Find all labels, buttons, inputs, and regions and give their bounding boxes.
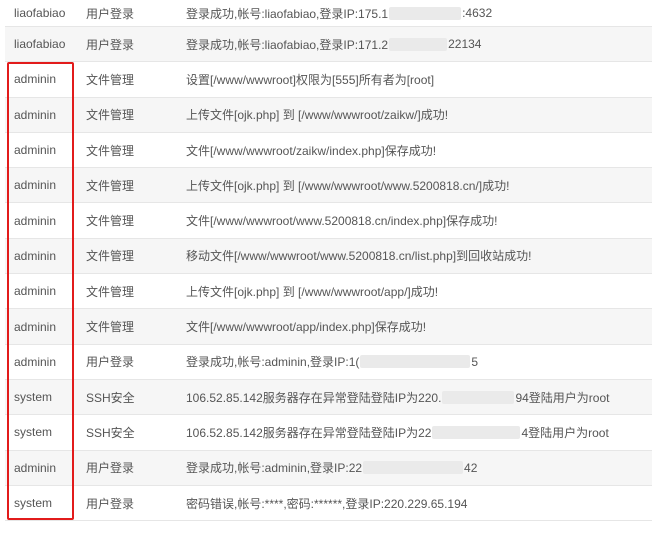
table-row: adminin 文件管理 上传文件[ojk.php] 到 [/www/wwwroot… [5,168,652,204]
log-detail-text: 文件[/www/wwwroot/zaikw/index.php]保存成功! [186,143,437,158]
log-user-cell: liaofabiao [14,6,66,20]
log-user-cell: system [14,496,53,510]
log-user-cell: adminin [14,107,57,122]
log-type-cell: 文件管理 [86,249,135,264]
log-user-cell: adminin [14,143,57,158]
log-detail-cell: 密码错误,帐号:****,密码:******,登录IP:220.229.65.1… [186,486,646,520]
log-user-cell: adminin [14,213,57,228]
table-row: adminin 文件管理 文件[/www/wwwroot/app/index.php… [5,309,652,345]
log-user-cell: adminin [14,72,57,87]
log-detail-text-end: 4登陆用户为root [521,425,609,440]
log-user-cell: adminin [14,248,57,263]
table-row: liaofabiao 用户登录 登录成功,帐号:liaofabiao,登录IP:17… [5,27,652,63]
table-row: adminin 文件管理 移动文件[/www/wwwroot/www.5200818… [5,238,652,275]
log-type-cell: 用户登录 [86,461,135,476]
table-row: adminin 文件管理 文件[/www/wwwroot/zaikw/index.p… [5,132,652,169]
log-detail-text-end: 94登陆用户为root [515,390,610,405]
log-detail-cell: 登录成功,帐号:liaofabiao,登录IP:175.1 :4632 [186,0,646,26]
table-row: adminin 文件管理 上传文件[ojk.php] 到 [/www/wwwroot… [5,274,652,310]
log-user-cell: adminin [14,178,57,193]
log-detail-cell: 106.52.85.142服务器存在异常登陆登陆IP为220. 94登陆用户为ro… [186,380,646,414]
table-row: liaofabiao 用户登录 登录成功,帐号:liaofabiao,登录IP:17… [5,0,652,27]
log-detail-cell: 上传文件[ojk.php] 到 [/www/wwwroot/www.520081… [186,168,646,202]
table-row: system 用户登录 密码错误,帐号:****,密码:******,登录IP:22… [5,485,652,522]
redacted-ip-block [360,355,471,369]
log-type-cell: 用户登录 [86,496,135,511]
log-detail-text: 上传文件[ojk.php] 到 [/www/wwwroot/www.520081… [186,178,510,193]
log-type-cell: SSH安全 [86,425,135,440]
table-row: adminin 用户登录 登录成功,帐号:adminin,登录IP:22 42 [5,450,652,486]
log-type-cell: 文件管理 [86,320,135,335]
log-detail-text: 登录成功,帐号:liaofabiao,登录IP:175.1 [186,6,389,21]
redacted-ip-block [389,6,462,20]
log-detail-cell: 移动文件[/www/wwwroot/www.5200818.cn/list.ph… [186,239,646,273]
log-user-cell: system [14,390,53,405]
log-detail-text: 文件[/www/wwwroot/www.5200818.cn/index.php… [186,214,498,229]
table-row: system SSH安全 106.52.85.142服务器存在异常登陆登陆IP为22… [5,379,652,416]
log-detail-cell: 登录成功,帐号:adminin,登录IP:22 42 [186,451,646,485]
log-detail-cell: 106.52.85.142服务器存在异常登陆登陆IP为22 4登陆用户为root [186,415,646,449]
log-detail-cell: 上传文件[ojk.php] 到 [/www/wwwroot/zaikw/]成功! [186,98,646,132]
log-detail-cell: 登录成功,帐号:liaofabiao,登录IP:171.2 22134 [186,27,646,61]
redacted-ip-block [432,425,521,439]
log-detail-text: 登录成功,帐号:liaofabiao,登录IP:171.2 [186,37,389,52]
log-user-cell: adminin [14,354,57,369]
log-detail-cell: 登录成功,帐号:adminin,登录IP:1( 5 [186,345,646,379]
log-user-cell: system [14,425,53,440]
log-detail-cell: 文件[/www/wwwroot/www.5200818.cn/index.php… [186,203,646,237]
log-user-cell: adminin [14,319,57,334]
operation-log-table: liaofabiao 用户登录 登录成功,帐号:liaofabiao,登录IP:17… [5,0,652,522]
log-detail-cell: 文件[/www/wwwroot/app/index.php]保存成功! [186,309,646,343]
log-detail-text-end: 42 [464,460,478,475]
log-type-cell: SSH安全 [86,390,135,405]
table-row: adminin 文件管理 设置[/www/wwwroot]权限为[555]所有者为[… [5,62,652,98]
table-row: adminin 文件管理 文件[/www/wwwroot/www.5200818.c… [5,203,652,239]
log-type-cell: 文件管理 [86,214,135,229]
redacted-ip-block [389,37,448,51]
log-type-cell: 文件管理 [86,72,135,87]
log-detail-text: 106.52.85.142服务器存在异常登陆登陆IP为22 [186,425,432,440]
log-type-cell: 用户登录 [86,37,135,52]
log-detail-text: 文件[/www/wwwroot/app/index.php]保存成功! [186,320,427,335]
log-detail-text: 移动文件[/www/wwwroot/www.5200818.cn/list.ph… [186,249,532,264]
log-detail-cell: 文件[/www/wwwroot/zaikw/index.php]保存成功! [186,133,646,167]
log-type-cell: 用户登录 [86,355,135,370]
log-detail-text: 上传文件[ojk.php] 到 [/www/wwwroot/app/]成功! [186,284,439,299]
log-type-cell: 文件管理 [86,284,135,299]
redacted-ip-block [363,461,464,475]
log-detail-text: 106.52.85.142服务器存在异常登陆登陆IP为220. [186,390,442,405]
table-row: adminin 文件管理 上传文件[ojk.php] 到 [/www/wwwroot… [5,97,652,133]
log-detail-cell: 设置[/www/wwwroot]权限为[555]所有者为[root] [186,62,646,96]
log-detail-cell: 上传文件[ojk.php] 到 [/www/wwwroot/app/]成功! [186,274,646,308]
log-detail-text-end: 5 [471,354,479,369]
redacted-ip-block [442,390,515,404]
log-detail-text: 密码错误,帐号:****,密码:******,登录IP:220.229.65.1… [186,496,468,511]
log-user-cell: adminin [14,460,57,475]
log-user-cell: liaofabiao [14,37,66,52]
table-row: system SSH安全 106.52.85.142服务器存在异常登陆登陆IP为22… [5,415,652,451]
log-detail-text: 登录成功,帐号:adminin,登录IP:1( [186,355,360,370]
log-detail-text-end: :4632 [462,6,493,20]
log-user-cell: adminin [14,284,57,299]
table-row: adminin 用户登录 登录成功,帐号:adminin,登录IP:1( 5 [5,344,652,380]
log-detail-text: 上传文件[ojk.php] 到 [/www/wwwroot/zaikw/]成功! [186,108,449,123]
log-type-cell: 文件管理 [86,178,135,193]
log-type-cell: 文件管理 [86,143,135,158]
log-detail-text-end: 22134 [448,37,482,52]
log-detail-text: 登录成功,帐号:adminin,登录IP:22 [186,461,363,476]
log-detail-text: 设置[/www/wwwroot]权限为[555]所有者为[root] [186,72,435,87]
log-type-cell: 文件管理 [86,108,135,123]
log-type-cell: 用户登录 [86,6,135,21]
